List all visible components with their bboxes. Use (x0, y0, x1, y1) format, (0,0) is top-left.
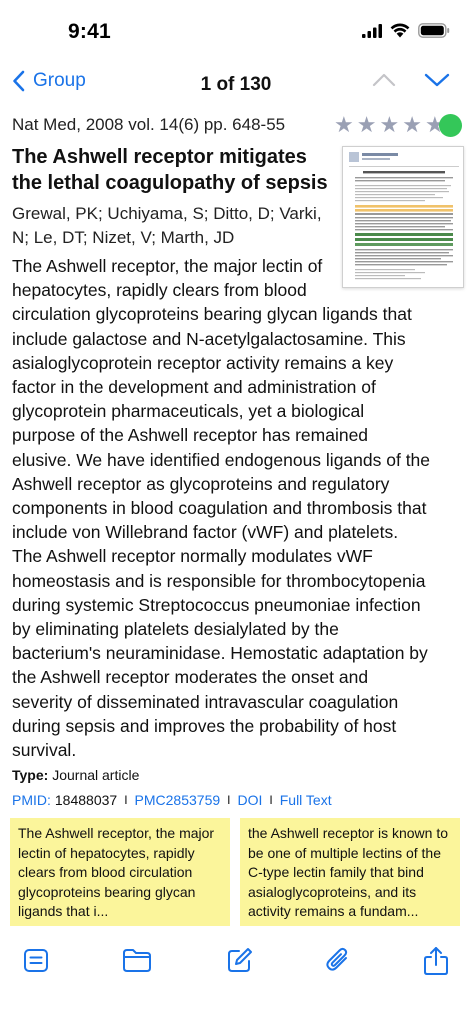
status-time: 9:41 (68, 20, 111, 43)
article-type: Type: Journal article (12, 767, 139, 783)
previous-button[interactable] (372, 72, 396, 93)
edit-button[interactable] (226, 946, 254, 979)
abstract-line: purpose of the Ashwell receptor has rema… (12, 425, 369, 446)
abstract-line: bacterium's neuraminidase. Hemostatic ad… (12, 643, 428, 664)
abstract-line: severity of disseminated intravascular c… (12, 691, 399, 712)
abstract-line: The Ashwell receptor, the major lectin o… (12, 256, 323, 276)
type-label: Type: (12, 767, 49, 783)
status-icons (362, 23, 450, 38)
separator: I (227, 793, 231, 807)
star-icon[interactable]: ★ (357, 112, 377, 138)
abstract-line: asialoglycoprotein receptor activity rem… (12, 352, 394, 373)
folder-icon (123, 949, 151, 972)
back-button-label: Group (33, 70, 86, 91)
full-text-link[interactable]: Full Text (280, 792, 332, 808)
abstract-line: Ashwell receptor as glycoproteins and re… (12, 473, 390, 494)
separator: I (124, 793, 128, 807)
share-icon (424, 947, 448, 975)
citation-row: Nat Med, 2008 vol. 14(6) pp. 648-55 ★ ★ … (12, 112, 462, 142)
abstract-line: elusive. We have identified endogenous l… (12, 449, 431, 470)
wifi-icon (390, 23, 410, 38)
abstract-line: the Ashwell receptor moderates the onset… (12, 667, 369, 688)
star-icon[interactable]: ★ (379, 112, 399, 138)
abstract-line: factor in the development and administra… (12, 377, 376, 398)
abstract-line: circulation glycoproteins bearing glycan… (12, 304, 412, 325)
star-icon[interactable]: ★ (334, 112, 354, 138)
pmid-value: 18488037 (54, 792, 118, 808)
navigation-bar: Group 1 of 130 (0, 66, 472, 102)
pmc-link[interactable]: PMC2853759 (135, 792, 221, 808)
identifier-links: PMID: 18488037 I PMC2853759 I DOI I Full… (12, 792, 332, 808)
article-title: The Ashwell receptor mitigates the letha… (12, 146, 328, 194)
chevron-left-icon (13, 70, 25, 92)
cellular-signal-icon (362, 23, 382, 38)
chevron-down-icon (424, 73, 450, 87)
abstract-line: include galactose and N-acetylgalactosam… (12, 328, 406, 349)
abstract-line: survival. (12, 740, 77, 761)
notes-icon (24, 949, 48, 972)
abstract-line: during sepsis and improves the probabili… (12, 715, 397, 736)
notes-button[interactable] (22, 946, 50, 979)
attach-button[interactable] (324, 946, 352, 979)
abstract: The Ashwell receptor, the major lectin o… (12, 254, 464, 762)
bottom-toolbar (0, 940, 472, 990)
star-icon[interactable]: ★ (402, 112, 422, 138)
edit-icon (228, 948, 252, 972)
chevron-up-icon (372, 73, 396, 87)
abstract-line: hepatocytes, rapidly clears from blood (12, 280, 307, 301)
status-dot[interactable] (439, 114, 462, 137)
separator: I (269, 793, 273, 807)
abstract-line: by eliminating platelets desialylated by… (12, 619, 339, 640)
star-rating[interactable]: ★ ★ ★ ★ ★ (334, 112, 445, 138)
highlight-card[interactable]: The Ashwell receptor, the major lectin o… (10, 818, 230, 926)
paperclip-icon (326, 947, 348, 971)
type-value: Journal article (52, 767, 140, 783)
abstract-line: during systemic Streptococcus pneumoniae… (12, 594, 421, 615)
citation: Nat Med, 2008 vol. 14(6) pp. 648-55 (12, 115, 286, 134)
article-authors: Grewal, PK; Uchiyama, S; Ditto, D; Varki… (12, 204, 322, 247)
highlight-card[interactable]: the Ashwell receptor is known to be one … (240, 818, 460, 926)
abstract-line: glycoprotein pharmaceuticals, yet a biol… (12, 401, 365, 422)
abstract-line: include von Willebrand factor (vWF) and … (12, 522, 399, 543)
folder-button[interactable] (122, 946, 152, 979)
battery-icon (418, 23, 450, 38)
abstract-line: The Ashwell receptor normally modulates … (12, 546, 373, 567)
abstract-line: components in blood coagulation and thro… (12, 498, 427, 519)
abstract-line: homeostasis and is responsible for throm… (12, 570, 426, 591)
status-bar: 9:41 (0, 0, 472, 64)
share-button[interactable] (422, 946, 450, 981)
doi-link[interactable]: DOI (238, 792, 263, 808)
next-button[interactable] (424, 72, 450, 93)
back-button[interactable]: Group (12, 70, 86, 92)
pmid-link[interactable]: PMID: (12, 792, 51, 808)
highlights-list: The Ashwell receptor, the major lectin o… (10, 818, 460, 926)
